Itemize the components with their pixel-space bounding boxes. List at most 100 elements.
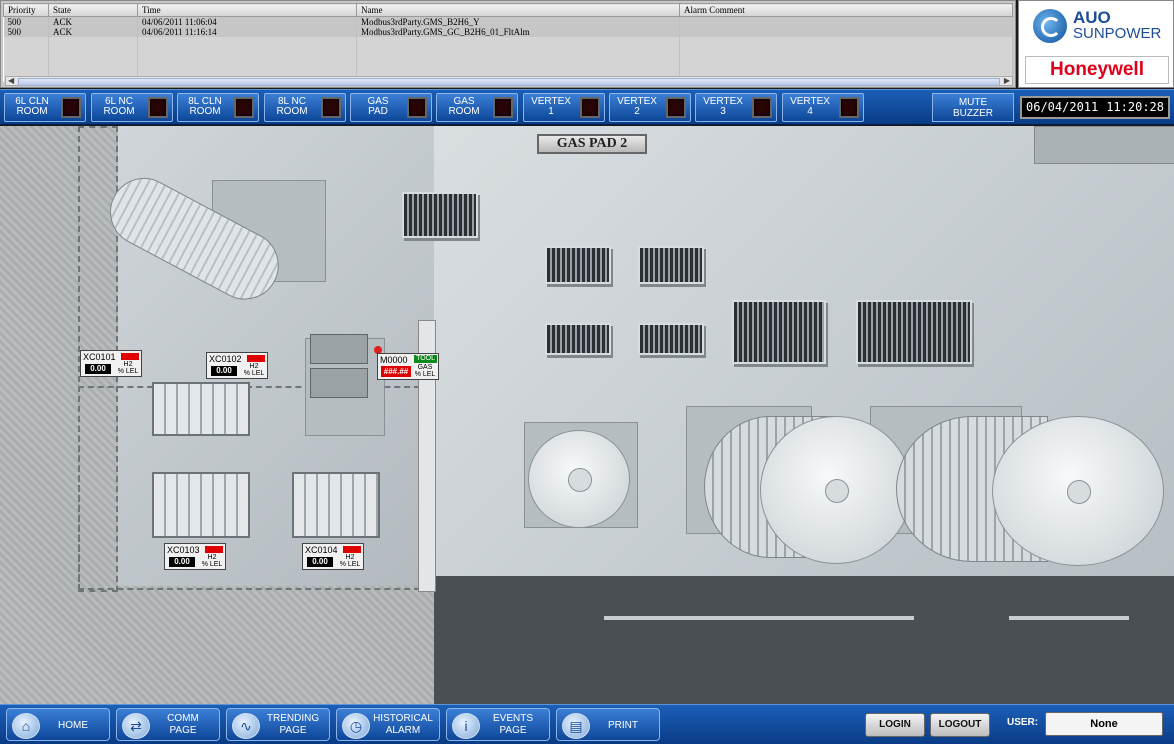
- detector-value: 0.00: [307, 557, 333, 567]
- zone-gas-room[interactable]: GAS ROOM: [436, 93, 518, 122]
- unit: % LEL: [117, 368, 139, 375]
- gas-type: H2: [345, 554, 355, 561]
- col-alarm-comment[interactable]: Alarm Comment: [679, 3, 1013, 17]
- logout-button[interactable]: LOGOUT: [930, 713, 990, 737]
- unit: % LEL: [201, 561, 223, 568]
- zone-label-line2: 1: [548, 106, 554, 117]
- cell-comment: [679, 27, 1013, 37]
- zone-gas-pad[interactable]: GAS PAD: [350, 93, 432, 122]
- nav-label-line1: HISTORICAL: [373, 713, 433, 724]
- storage-tank-end: [992, 416, 1164, 566]
- zone-6l-nc-room[interactable]: 6L NC ROOM: [91, 93, 173, 122]
- gas-detector-xc0104[interactable]: XC0104 0.00 H2% LEL: [302, 543, 364, 570]
- unit: % LEL: [243, 370, 265, 377]
- zone-8l-cln-room[interactable]: 8L CLN ROOM: [177, 93, 259, 122]
- detector-tag: XC0101: [83, 352, 116, 362]
- col-priority[interactable]: Priority: [3, 3, 49, 17]
- zone-vertex-4[interactable]: VERTEX 4: [782, 93, 864, 122]
- zone-6l-cln-room[interactable]: 6L CLN ROOM: [4, 93, 86, 122]
- alarm-summary-panel: Priority State Time Name Alarm Comment 5…: [0, 0, 1016, 88]
- nav-label-line1: COMM: [167, 713, 199, 724]
- printer-icon: ▤: [562, 713, 590, 739]
- gas-cabinet: [152, 382, 250, 436]
- user-label: USER:: [1007, 717, 1039, 728]
- alarm-table[interactable]: Priority State Time Name Alarm Comment 5…: [3, 3, 1013, 82]
- zone-vertex-3[interactable]: VERTEX 3: [695, 93, 777, 122]
- table-row[interactable]: 500 ACK 04/06/2011 11:06:04 Modbus3rdPar…: [3, 16, 1013, 27]
- building-corner: [1034, 126, 1174, 164]
- alarm-lamp-icon: [234, 97, 254, 118]
- mute-label-line1: MUTE: [958, 97, 988, 108]
- logo-panel: AUO SUNPOWER Honeywell: [1018, 0, 1174, 88]
- gas-type: H2: [249, 363, 259, 370]
- trending-page-button[interactable]: ∿ TRENDING PAGE: [226, 708, 330, 741]
- col-name[interactable]: Name: [356, 3, 680, 17]
- auo-swirl-icon: [1033, 9, 1067, 43]
- scrollbar-thumb[interactable]: [18, 78, 1000, 86]
- mute-buzzer-button[interactable]: MUTE BUZZER: [932, 93, 1014, 122]
- horizontal-scrollbar[interactable]: ◀ ▶: [5, 76, 1013, 86]
- equipment-rack: [732, 300, 826, 364]
- equipment-rack: [638, 246, 704, 284]
- events-page-button[interactable]: i EVENTS PAGE: [446, 708, 550, 741]
- zone-label-line2: 3: [720, 106, 726, 117]
- alarm-indicator: [247, 355, 265, 362]
- current-time: 11:20:28: [1106, 100, 1164, 114]
- storage-tank-end: [760, 416, 912, 564]
- info-icon: i: [452, 713, 480, 739]
- nav-label-line1: EVENTS: [492, 713, 533, 724]
- alarm-indicator: [121, 353, 139, 360]
- home-button[interactable]: ⌂ HOME: [6, 708, 110, 741]
- zone-8l-nc-room[interactable]: 8L NC ROOM: [264, 93, 346, 122]
- cell-comment: [679, 16, 1013, 27]
- nav-label-line2: PAGE: [279, 725, 307, 736]
- print-button[interactable]: ▤ PRINT: [556, 708, 660, 741]
- table-row: [3, 37, 1013, 46]
- alarm-lamp-icon: [148, 97, 168, 118]
- zone-label-line2: ROOM: [16, 106, 48, 117]
- user-field: None: [1045, 712, 1163, 736]
- login-button[interactable]: LOGIN: [865, 713, 925, 737]
- network-icon: ⇄: [122, 713, 150, 739]
- gas-cabinet: [152, 472, 250, 538]
- alarm-lamp-icon: [580, 97, 600, 118]
- alarm-lamp-icon: [493, 97, 513, 118]
- zone-vertex-1[interactable]: VERTEX 1: [523, 93, 605, 122]
- zone-label-line2: 2: [634, 106, 640, 117]
- unit: % LEL: [339, 561, 361, 568]
- nav-label-line2: ALARM: [385, 725, 421, 736]
- detector-value: 0.00: [85, 364, 111, 374]
- comm-page-button[interactable]: ⇄ COMM PAGE: [116, 708, 220, 741]
- cell-priority: 500: [3, 27, 49, 37]
- detector-value: 0.00: [211, 366, 237, 376]
- zone-vertex-2[interactable]: VERTEX 2: [609, 93, 691, 122]
- chart-icon: ∿: [232, 713, 260, 739]
- auo-logo-text: AUO: [1073, 8, 1111, 27]
- scroll-right-icon[interactable]: ▶: [1004, 76, 1010, 85]
- detector-tag: XC0104: [305, 545, 338, 555]
- gravel-ground-bottom: [0, 586, 434, 704]
- zone-label-line2: PAD: [368, 106, 388, 117]
- table-row: [3, 55, 1013, 64]
- auo-sunpower-logo: AUO SUNPOWER: [1031, 7, 1171, 49]
- col-time[interactable]: Time: [137, 3, 357, 17]
- date-time-display: 06/04/2011 11:20:28: [1020, 96, 1170, 119]
- historical-alarm-button[interactable]: ◷ HISTORICAL ALARM: [336, 708, 440, 741]
- zone-label-line2: ROOM: [448, 106, 480, 117]
- scroll-left-icon[interactable]: ◀: [8, 76, 14, 85]
- table-row[interactable]: 500 ACK 04/06/2011 11:16:14 Modbus3rdPar…: [3, 27, 1013, 37]
- zone-label-line2: 4: [807, 106, 813, 117]
- gas-detector-xc0103[interactable]: XC0103 0.00 H2% LEL: [164, 543, 226, 570]
- gas-detector-xc0102[interactable]: XC0102 0.00 H2% LEL: [206, 352, 268, 379]
- table-row: [3, 46, 1013, 55]
- col-state[interactable]: State: [48, 3, 138, 17]
- gas-cabinet: [292, 472, 380, 538]
- gas-type: GAS: [417, 364, 433, 371]
- gas-detector-m0000[interactable]: M0000 TOOL ###.## GAS% LEL: [377, 353, 439, 380]
- equipment-rack: [545, 323, 611, 355]
- home-icon: ⌂: [12, 713, 40, 739]
- cell-time: 04/06/2011 11:06:04: [137, 16, 357, 27]
- vertical-tank: [528, 430, 630, 528]
- current-date: 06/04/2011: [1026, 100, 1099, 114]
- gas-detector-xc0101[interactable]: XC0101 0.00 H2% LEL: [80, 350, 142, 377]
